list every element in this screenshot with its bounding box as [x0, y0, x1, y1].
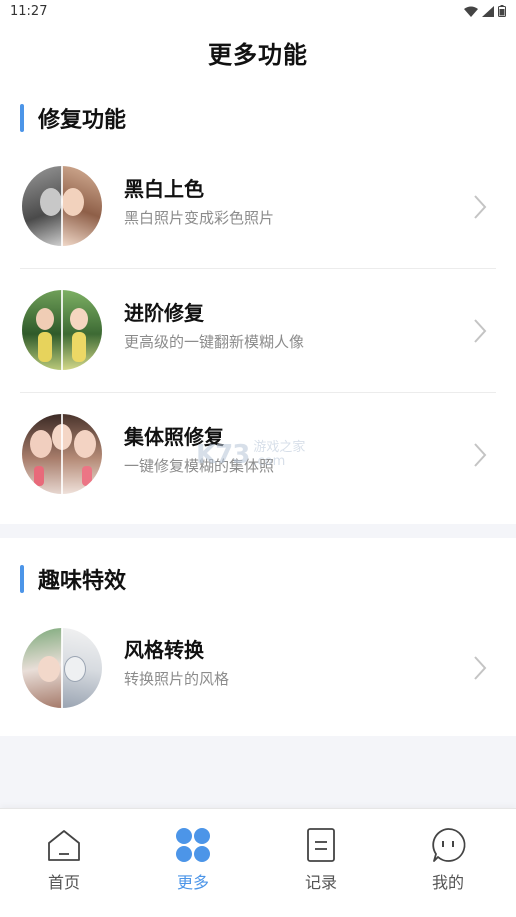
feature-subtitle: 黑白照片变成彩色照片 [124, 209, 275, 227]
style-transfer-thumbnail [22, 628, 102, 708]
watermark-line2: .com [253, 454, 286, 469]
feature-title: 进阶修复 [124, 301, 204, 325]
feature-item-style-transfer[interactable]: 风格转换 转换照片的风格 [0, 606, 516, 730]
feature-subtitle: 转换照片的风格 [124, 670, 230, 688]
home-icon [48, 830, 80, 861]
tab-more[interactable]: 更多 [148, 827, 238, 899]
section-title: 趣味特效 [38, 569, 127, 594]
section-header: 趣味特效 [0, 559, 516, 599]
more-features-screen: 11:27 更多功能 修复功能 黑白上色 黑白照片变成彩色照片 进阶修复 更高级… [0, 0, 516, 917]
section-header: 修复功能 [0, 98, 516, 138]
page-title: 更多功能 [208, 40, 308, 69]
tab-home[interactable]: 首页 [19, 827, 109, 899]
document-icon [307, 828, 335, 862]
tab-records[interactable]: 记录 [276, 827, 366, 899]
watermark-logo-mark: K73 [196, 440, 250, 470]
feature-title: 黑白上色 [124, 177, 204, 201]
chevron-right-icon [474, 656, 487, 680]
feature-subtitle: 更高级的一键翻新模糊人像 [124, 333, 305, 351]
tab-label: 首页 [47, 873, 80, 892]
watermark-text: 游戏之家 .com [253, 441, 305, 469]
battery-icon [498, 5, 506, 17]
page-header: 更多功能 [0, 22, 516, 82]
status-icons [464, 5, 506, 17]
profile-icon [432, 828, 466, 862]
section-accent-bar [20, 104, 24, 132]
group-photo-thumbnail [22, 414, 102, 494]
tab-label: 我的 [431, 873, 464, 892]
tab-mine[interactable]: 我的 [403, 827, 493, 899]
advanced-repair-thumbnail [22, 290, 102, 370]
watermark-logo: K73 游戏之家 .com [196, 440, 305, 470]
chevron-right-icon [474, 195, 487, 219]
section-title: 修复功能 [38, 108, 127, 133]
status-time: 11:27 [10, 3, 48, 19]
section-accent-bar [20, 565, 24, 593]
tab-label: 记录 [304, 873, 337, 892]
status-bar: 11:27 [0, 0, 516, 22]
colorize-thumbnail [22, 166, 102, 246]
chevron-right-icon [474, 319, 487, 343]
tab-label: 更多 [176, 873, 209, 892]
section-fun-effects: 趣味特效 风格转换 转换照片的风格 [0, 538, 516, 736]
feature-title: 风格转换 [124, 638, 204, 662]
wifi-icon [464, 6, 478, 17]
feature-item-colorize[interactable]: 黑白上色 黑白照片变成彩色照片 [0, 145, 516, 269]
watermark-line1: 游戏之家 [253, 440, 306, 455]
feature-item-advanced-repair[interactable]: 进阶修复 更高级的一键翻新模糊人像 [0, 269, 516, 393]
signal-icon [482, 5, 494, 17]
bottom-tab-bar: 首页 更多 记录 我的 [0, 808, 516, 917]
chevron-right-icon [474, 443, 487, 467]
grid-icon [176, 828, 210, 862]
